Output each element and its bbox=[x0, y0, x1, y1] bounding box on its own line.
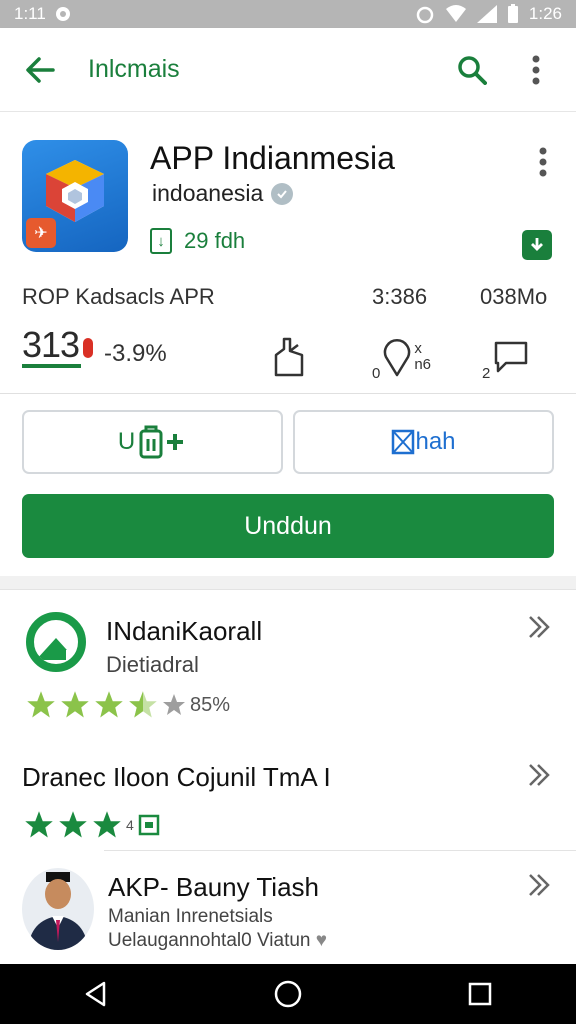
app-bag-icon bbox=[139, 425, 184, 459]
location-stat[interactable]: 0 x n6 bbox=[372, 332, 431, 382]
star-half-icon bbox=[129, 691, 157, 718]
app-developer[interactable]: indoanesia bbox=[152, 180, 263, 207]
app-bar-title: Inlcmais bbox=[88, 55, 180, 83]
download-small-button[interactable] bbox=[522, 230, 552, 260]
file-icon: ↓ bbox=[150, 228, 172, 254]
chevron-right-icon bbox=[529, 764, 550, 786]
rating-stat: 313 bbox=[22, 326, 94, 368]
share-button[interactable]: hah bbox=[293, 410, 554, 474]
top-app-bar: Inlcmais bbox=[0, 28, 576, 112]
download-icon bbox=[531, 238, 543, 251]
share-stat[interactable] bbox=[270, 332, 308, 382]
star-empty-icon bbox=[163, 694, 185, 715]
review-stat-count: 2 bbox=[482, 365, 491, 382]
more-vert-icon bbox=[532, 55, 540, 84]
chat-bubble-icon bbox=[495, 341, 528, 373]
wifi-icon bbox=[445, 5, 467, 23]
star-full-icon bbox=[61, 691, 89, 718]
search-icon bbox=[458, 55, 487, 85]
install-outline-button[interactable]: U bbox=[22, 410, 283, 474]
app-meta-count: 3:386 bbox=[372, 284, 428, 309]
related-app-2-chevron[interactable] bbox=[524, 760, 554, 790]
battery-icon bbox=[507, 4, 519, 24]
circle-home-icon bbox=[274, 980, 302, 1008]
related-app-3-title[interactable]: AKP- Bauny Tiash bbox=[108, 872, 319, 903]
related-app-1-avatar bbox=[26, 612, 86, 672]
install-outline-label: U bbox=[117, 428, 136, 455]
list-divider bbox=[104, 850, 576, 851]
location-stat-top: x bbox=[414, 340, 422, 357]
more-vert-icon bbox=[539, 147, 547, 177]
overflow-menu-button[interactable] bbox=[516, 50, 556, 90]
star-full-icon bbox=[93, 811, 121, 838]
app-size-row: ↓ 29 fdh bbox=[150, 228, 245, 254]
review-stat[interactable]: 2 bbox=[482, 332, 530, 382]
image-box-icon bbox=[392, 429, 415, 455]
app-icon: ✈ bbox=[22, 140, 128, 252]
location-stat-bottom: 0 bbox=[372, 365, 381, 382]
related-app-1-rating: 85% bbox=[26, 690, 230, 720]
app-more-button[interactable] bbox=[526, 142, 560, 182]
status-time: 1:11 bbox=[14, 4, 46, 23]
app-name: APP Indianmesia bbox=[150, 140, 395, 176]
related-app-2-title[interactable]: Dranec Iloon Cojunil TmA I bbox=[22, 762, 331, 793]
status-time-right: 1:26 bbox=[528, 4, 562, 23]
related-app-1-rating-text: 85% bbox=[190, 693, 231, 716]
nav-home-button[interactable] bbox=[264, 970, 312, 1018]
related-app-2-rating-text: 4 bbox=[126, 817, 134, 833]
square-recents-icon bbox=[468, 982, 492, 1006]
system-nav-bar bbox=[0, 964, 576, 1024]
nav-back-button[interactable] bbox=[72, 970, 120, 1018]
leaf-icon bbox=[36, 638, 76, 660]
person-icon bbox=[28, 872, 88, 950]
app-size-label: 29 fdh bbox=[184, 228, 246, 253]
back-button[interactable] bbox=[20, 50, 60, 90]
hand-pointer-icon bbox=[274, 337, 304, 377]
heart-icon: ♥ bbox=[315, 930, 328, 951]
signal-icon bbox=[476, 5, 497, 23]
chevron-right-icon bbox=[529, 874, 550, 896]
search-button[interactable] bbox=[452, 50, 492, 90]
section-divider bbox=[0, 576, 576, 590]
rating-percent: -3.9% bbox=[104, 340, 167, 367]
app-meta-category: ROP Kadsacls APR bbox=[22, 284, 215, 309]
box-icon bbox=[138, 814, 160, 836]
related-app-3-subtitle-2: Uelaugannohtal0 Viatun ♥ bbox=[108, 930, 327, 952]
related-app-1-subtitle: Dietiadral bbox=[106, 652, 199, 677]
alarm-icon bbox=[415, 4, 435, 24]
star-full-icon bbox=[59, 811, 87, 838]
related-app-3-subtitle-2-text: Uelaugannohtal0 Viatun bbox=[108, 930, 311, 951]
app-badge-icon: ✈ bbox=[26, 218, 56, 248]
related-app-3-chevron[interactable] bbox=[524, 870, 554, 900]
app-header: ✈ APP Indianmesia indoanesia ↓ 29 fdh RO… bbox=[0, 112, 576, 394]
star-full-icon bbox=[95, 691, 123, 718]
location-stat-side: n6 bbox=[414, 356, 432, 373]
verified-icon bbox=[271, 182, 294, 205]
share-label: hah bbox=[415, 428, 456, 455]
map-pin-icon bbox=[384, 339, 411, 377]
related-app-1-title[interactable]: INdaniKaorall bbox=[106, 616, 262, 647]
related-app-3-subtitle: Manian Inrenetsials bbox=[108, 906, 273, 927]
primary-action-button[interactable]: Unddun bbox=[22, 494, 554, 558]
status-bar: 1:11 1:26 bbox=[0, 0, 576, 28]
star-full-icon bbox=[25, 811, 53, 838]
nav-recents-button[interactable] bbox=[456, 970, 504, 1018]
rating-value: 313 bbox=[22, 326, 82, 368]
related-app-3-avatar bbox=[22, 868, 94, 950]
triangle-back-icon bbox=[85, 981, 106, 1007]
app-meta-size: 038Mo bbox=[480, 284, 548, 309]
settings-icon bbox=[54, 5, 72, 23]
arrow-left-icon bbox=[26, 56, 55, 83]
related-app-2-rating: 4 bbox=[24, 810, 160, 840]
chevron-right-icon bbox=[529, 616, 550, 638]
rating-marker-icon bbox=[83, 338, 94, 358]
related-app-1-chevron[interactable] bbox=[524, 612, 554, 642]
star-full-icon bbox=[27, 691, 55, 718]
